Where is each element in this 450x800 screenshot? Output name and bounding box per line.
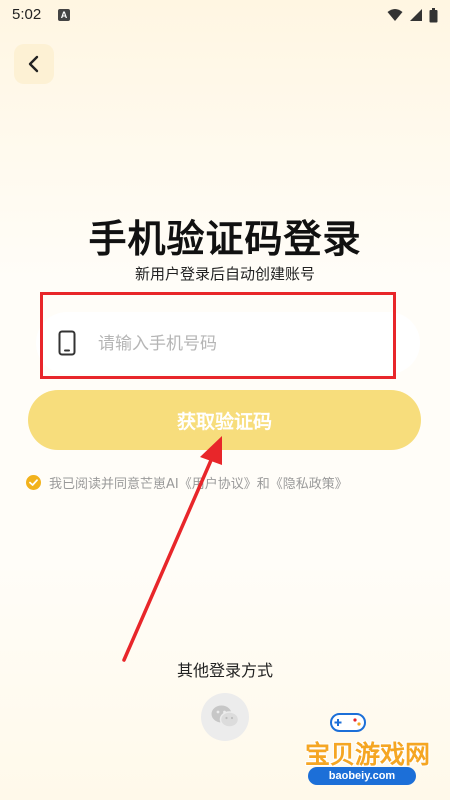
page-title: 手机验证码登录 [88,217,362,261]
page-subtitle: 新用户登录后自动创建账号 [134,265,315,283]
other-login-label: 其他登录方式 [176,661,273,680]
status-bar: 5:02 A [0,0,450,30]
user-agreement-link[interactable]: 《用户协议》 [179,473,257,492]
privacy-policy-link[interactable]: 《隐私政策》 [270,473,348,492]
app-notification-icon: A [58,9,70,21]
back-button[interactable] [14,44,54,84]
battery-icon [429,7,438,22]
annotation-highlight-box [40,292,396,379]
watermark-text: 宝贝游戏网 [305,740,431,769]
watermark-url: baobeiy.com [308,767,416,785]
wifi-icon [387,9,403,21]
status-indicators [387,7,438,23]
cellular-signal-icon [410,9,422,21]
agreement-text: 我已阅读并同意芒崽AI [49,476,179,492]
wechat-icon [211,705,240,728]
agreement-conjunction: 和 [256,476,270,492]
agreement-row: 我已阅读并同意芒崽AI 《用户协议》 和 《隐私政策》 [26,472,348,492]
get-code-button[interactable]: 获取验证码 [28,390,421,450]
watermark: 宝贝游戏网 baobeiy.com [300,705,445,795]
status-time: 5:02 [12,6,42,23]
agreement-checkbox-icon[interactable] [26,474,41,490]
gamepad-icon [330,713,366,732]
chevron-left-icon [28,55,39,73]
wechat-login-button[interactable] [201,693,249,741]
